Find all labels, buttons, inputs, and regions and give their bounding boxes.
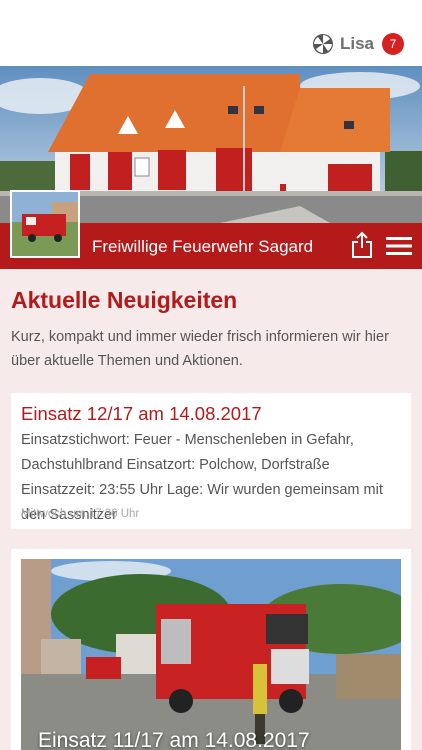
station-name: Freiwillige Feuerwehr Sagard	[92, 237, 314, 256]
news-section: Aktuelle Neuigkeiten Kurz, kompakt und i…	[0, 269, 422, 750]
news-photo	[21, 559, 401, 750]
notification-badge[interactable]: 7	[382, 33, 404, 55]
news-card[interactable]: Einsatz 11/17 am 14.08.2017	[11, 549, 411, 750]
section-title: Aktuelle Neuigkeiten	[11, 287, 238, 313]
share-icon[interactable]	[350, 231, 374, 259]
hamburger-menu-icon[interactable]	[386, 236, 412, 256]
user-account[interactable]: Lisa 7	[312, 32, 404, 56]
news-title[interactable]: Einsatz 12/17 am 14.08.2017	[21, 403, 262, 425]
user-name[interactable]: Lisa	[340, 34, 374, 54]
news-timestamp: Mittwoch um 17:36 Uhr	[21, 508, 140, 520]
section-intro: Kurz, kompakt und immer wieder frisch in…	[11, 329, 389, 369]
station-avatar[interactable]	[10, 190, 80, 258]
news-card[interactable]: Einsatz 12/17 am 14.08.2017 Einsatzstich…	[11, 393, 411, 529]
top-bar: Lisa 7	[0, 0, 422, 66]
pinwheel-logo-icon	[312, 34, 333, 54]
news-title[interactable]: Einsatz 11/17 am 14.08.2017	[38, 729, 310, 750]
